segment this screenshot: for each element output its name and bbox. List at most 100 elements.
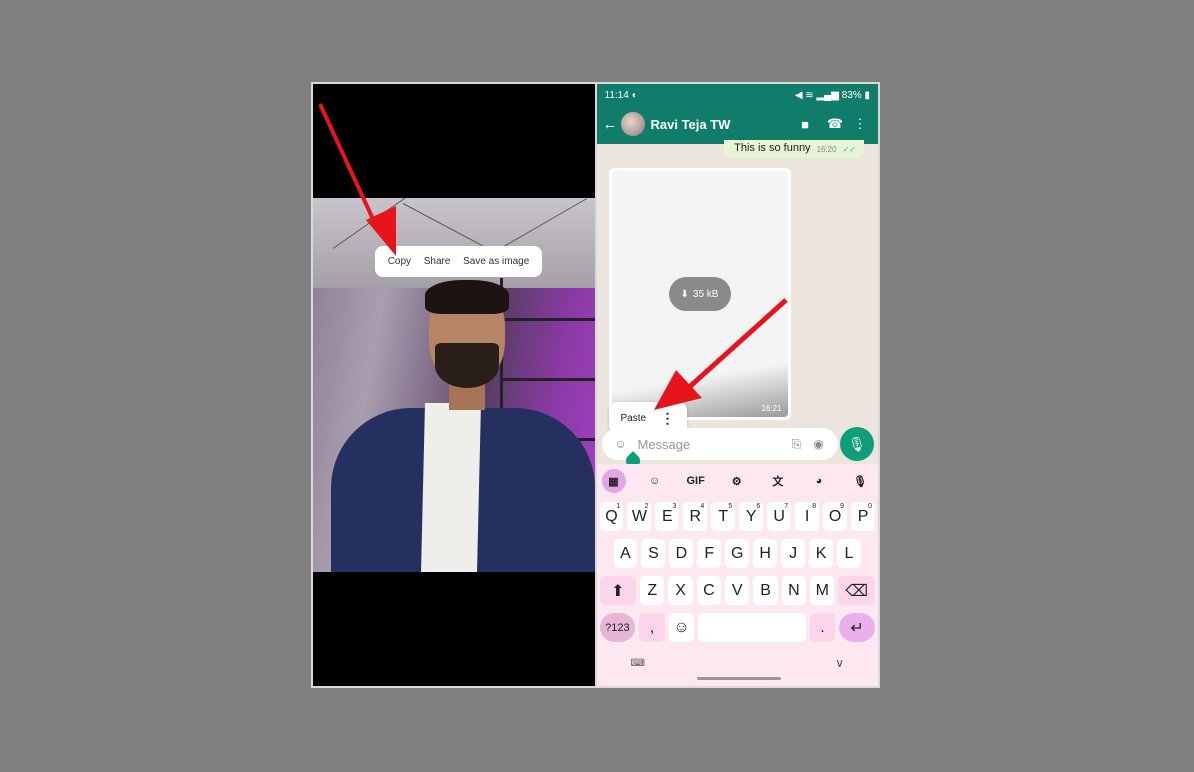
gesture-bar[interactable] [696,677,781,680]
battery-level: 83% [841,90,862,101]
key-label: O [828,507,842,525]
key-d[interactable]: D [669,539,694,568]
key-label: E [662,507,673,525]
mic-button[interactable]: 🎙︎ [840,427,874,461]
space-key[interactable] [698,613,806,642]
key-o[interactable]: O9 [823,502,848,531]
beard [435,343,499,388]
key-u[interactable]: U7 [767,502,792,531]
image-time: 16:21 [761,404,782,413]
key-z[interactable]: Z [640,576,665,605]
gif-icon[interactable]: GIF [684,469,708,493]
paste-more-icon[interactable]: ⋮ [661,410,675,427]
camera-icon[interactable]: ◉ [808,437,830,451]
key-label: R [689,507,702,525]
outgoing-message[interactable]: This is so funny 16:20 ✓✓ [724,140,864,158]
shift-key[interactable]: ⬆ [599,576,637,605]
key-label: T [718,507,729,525]
key-s[interactable]: S [641,539,666,568]
key-hint: 3 [672,503,677,510]
attach-icon[interactable]: ⎘ [786,437,808,452]
keyboard-switch-icon[interactable]: ⌨ [631,658,645,669]
sticker-icon[interactable]: ☺ [643,469,667,493]
theme-palette-icon[interactable]: ◕ [807,469,831,493]
key-r[interactable]: R4 [683,502,708,531]
download-icon: ⬇ [680,288,689,300]
video-call-icon[interactable]: ■ [790,117,820,132]
copy-menu-item[interactable]: Copy [388,256,411,267]
message-placeholder: Message [637,436,691,452]
key-label: I [804,507,810,525]
key-m[interactable]: M [810,576,835,605]
key-label: Y [745,507,757,525]
contact-name[interactable]: Ravi Teja TW [651,117,791,132]
enter-key[interactable]: ↵ [839,613,875,642]
key-k[interactable]: K [809,539,833,568]
key-i[interactable]: I8 [795,502,820,531]
key-hint: 9 [840,503,845,510]
comma-key[interactable]: , [639,613,665,642]
more-options-icon[interactable]: ⋮ [850,116,870,132]
download-button[interactable]: ⬇ 35 kB [668,277,731,311]
key-hint: 4 [700,503,705,510]
keyboard-nav: ⌨ ∨ [597,650,879,686]
emoji-icon[interactable]: ☺ [610,437,632,451]
key-row-3: ⬆ Z X C V B N M ⌫ [597,576,879,605]
key-f[interactable]: F [697,539,722,568]
key-j[interactable]: J [781,539,806,568]
key-x[interactable]: X [668,576,693,605]
settings-gear-icon[interactable]: ⚙ [725,469,749,493]
dnd-icon: ◐ [631,90,638,101]
emoji-key[interactable]: ☺ [668,613,695,642]
back-arrow-icon[interactable]: ← [603,116,619,133]
key-hint: 5 [728,503,733,510]
contact-avatar[interactable] [620,112,645,136]
key-h[interactable]: H [753,539,778,568]
key-l[interactable]: L [837,539,861,568]
save-as-image-menu-item[interactable]: Save as image [463,256,529,267]
incoming-image-message[interactable]: ⬇ 35 kB 16:21 [608,168,791,420]
status-time: 11:14 [604,90,629,101]
key-t[interactable]: T5 [711,502,736,531]
image-context-menu: Copy Share Save as image [375,246,542,277]
message-time: 16:20 [816,145,837,154]
key-g[interactable]: G [725,539,750,568]
key-label: U [773,507,785,525]
file-size: 35 kB [692,288,719,300]
key-hint: 0 [868,503,873,510]
key-v[interactable]: V [725,576,750,605]
period-key[interactable]: . [809,613,836,642]
key-hint: 2 [644,503,649,510]
chat-header: ← Ravi Teja TW ■ ☎ ⋮ [603,110,871,138]
apps-grid-icon[interactable]: ▦ [601,469,626,493]
symbols-key[interactable]: ?123 [599,613,636,642]
key-b[interactable]: B [753,576,778,605]
key-hint: 1 [616,503,621,510]
paste-button[interactable]: Paste [621,413,647,424]
voice-call-icon[interactable]: ☎ [820,116,850,132]
key-e[interactable]: E3 [655,502,680,531]
key-row-2: A S D F G H J K L [597,539,879,568]
message-text: This is so funny [734,142,811,154]
backspace-key[interactable]: ⌫ [838,576,875,605]
key-w[interactable]: W2 [627,502,652,531]
translate-icon[interactable]: 文 [766,469,790,493]
key-n[interactable]: N [781,576,807,605]
mic-icon: 🎙︎ [848,435,866,452]
share-menu-item[interactable]: Share [424,256,451,267]
hide-keyboard-icon[interactable]: ∨ [835,656,844,670]
key-a[interactable]: A [613,539,638,568]
image-placeholder: ⬇ 35 kB 16:21 [611,171,788,417]
status-bar: 11:14 ◐ ◀︎ ≋ ▂▄▆ 83% ▮ [605,90,871,101]
key-y[interactable]: Y6 [739,502,764,531]
key-c[interactable]: C [696,576,722,605]
key-p[interactable]: P0 [851,502,876,531]
image-viewer-panel: Copy Share Save as image [313,84,595,686]
keyboard-toolbar: ▦ ☺ GIF ⚙ 文 ◕ 🎙︎ [597,464,879,494]
key-q[interactable]: Q1 [599,502,624,531]
voice-input-icon[interactable]: 🎙︎ [848,469,872,493]
key-hint: 7 [784,503,789,510]
screenshot-frame: Copy Share Save as image 11:14 ◐ ◀︎ ≋ ▂▄… [311,82,880,688]
read-ticks-icon: ✓✓ [842,145,856,154]
whatsapp-panel: 11:14 ◐ ◀︎ ≋ ▂▄▆ 83% ▮ ← Ravi Teja TW ■ … [596,84,879,686]
